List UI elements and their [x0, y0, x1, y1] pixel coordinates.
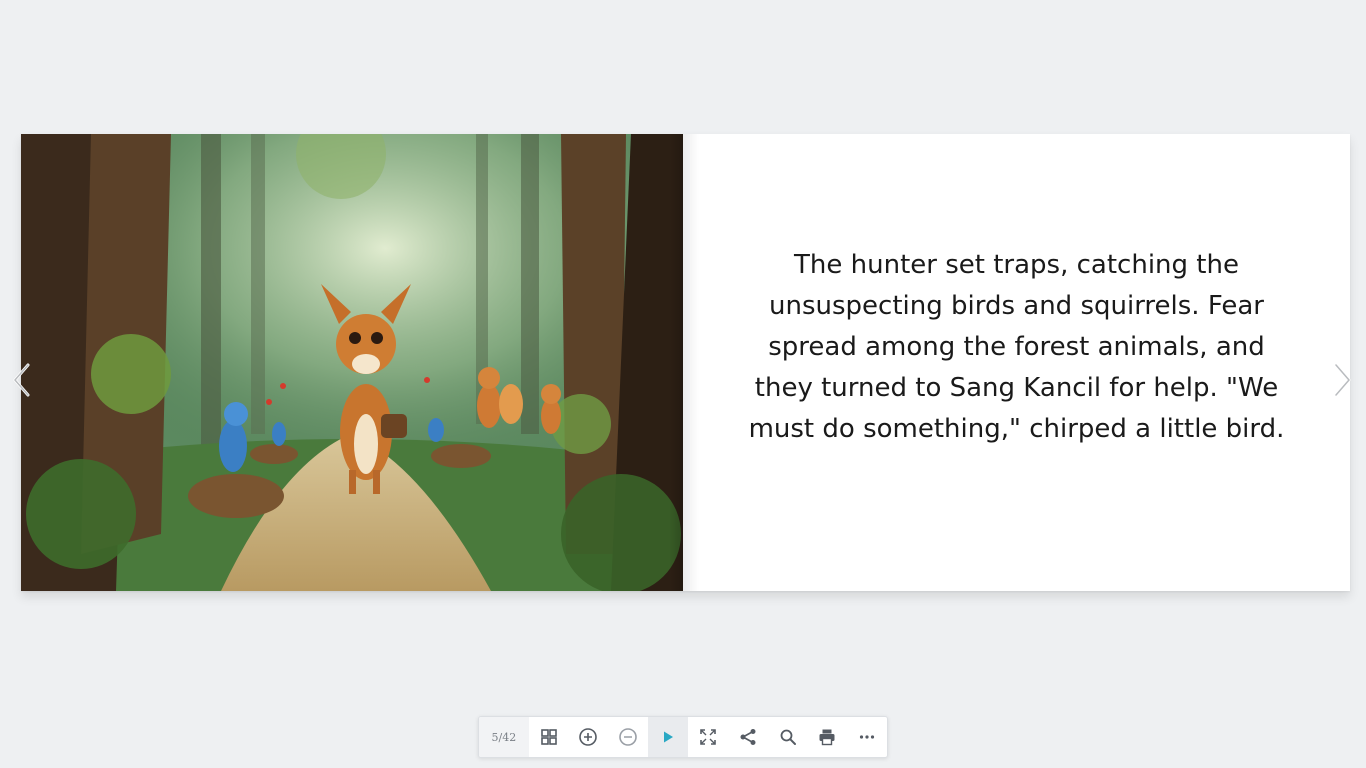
- more-options-button[interactable]: [847, 717, 887, 757]
- zoom-out-button[interactable]: [608, 717, 648, 757]
- share-button[interactable]: [728, 717, 768, 757]
- book-spread: The hunter set traps, catching the unsus…: [21, 134, 1350, 591]
- flipbook-viewer: The hunter set traps, catching the unsus…: [0, 0, 1366, 768]
- search-button[interactable]: [768, 717, 808, 757]
- page-counter[interactable]: 5/42: [479, 717, 529, 757]
- print-button[interactable]: [807, 717, 847, 757]
- share-icon: [740, 729, 756, 745]
- grid-icon: [540, 729, 557, 745]
- play-icon: [664, 731, 674, 743]
- zoom-out-icon: [619, 728, 638, 746]
- chevron-left-icon: [13, 363, 30, 397]
- fullscreen-icon: [700, 729, 716, 745]
- viewer-toolbar: 5/42: [478, 716, 888, 758]
- next-page-button[interactable]: [1330, 362, 1354, 398]
- zoom-in-button[interactable]: [569, 717, 609, 757]
- autoplay-button[interactable]: [648, 717, 688, 757]
- thumbnails-button[interactable]: [529, 717, 569, 757]
- forest-illustration: [21, 134, 683, 591]
- search-icon: [780, 729, 796, 745]
- illustration-page: [21, 134, 683, 591]
- fullscreen-button[interactable]: [688, 717, 728, 757]
- text-page: The hunter set traps, catching the unsus…: [683, 134, 1350, 591]
- story-text: The hunter set traps, catching the unsus…: [748, 250, 1285, 444]
- prev-page-button[interactable]: [10, 362, 34, 398]
- chevron-right-icon: [1334, 363, 1351, 397]
- print-icon: [819, 729, 835, 746]
- zoom-in-icon: [579, 728, 598, 746]
- more-icon: [860, 735, 875, 739]
